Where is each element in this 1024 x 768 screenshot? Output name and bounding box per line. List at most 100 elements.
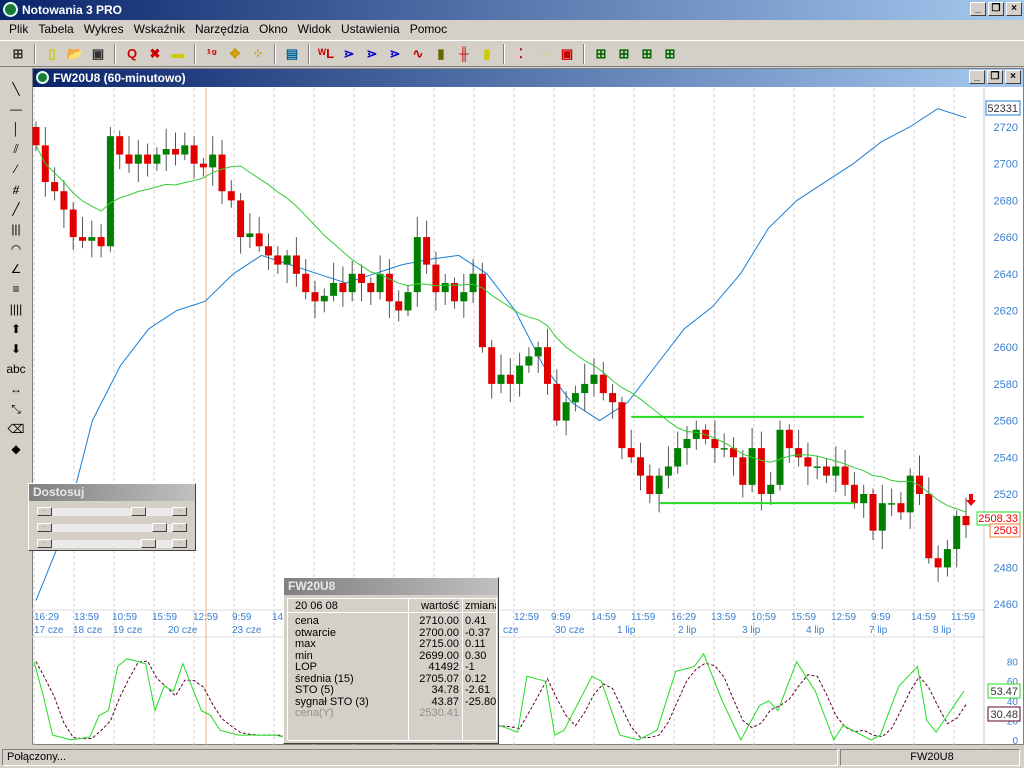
data-table: 20 06 08 wartość zmiana cena 2710.00 0.41otw… xyxy=(287,598,497,741)
candle xyxy=(618,396,626,460)
data-value: 34.78 xyxy=(431,684,459,696)
candle xyxy=(116,130,124,170)
candle xyxy=(274,246,282,274)
adjust-slider[interactable]: · · xyxy=(37,523,187,532)
price-tick: 2480 xyxy=(994,562,1018,574)
slider-thumb[interactable] xyxy=(151,523,167,532)
candle xyxy=(674,431,682,474)
candle xyxy=(97,224,105,258)
candle-body xyxy=(162,149,170,155)
candle xyxy=(441,273,449,305)
col-change-header: zmiana xyxy=(465,600,496,612)
secondary-value: 52331 xyxy=(987,103,1018,115)
candle-body xyxy=(237,200,245,238)
candle-body xyxy=(469,273,477,293)
date-tick: 23 cze xyxy=(232,625,262,636)
candle xyxy=(506,358,514,403)
time-tick: 9:59 xyxy=(871,612,891,623)
slider-thumb[interactable] xyxy=(141,539,157,548)
data-window-title: FW20U8 xyxy=(284,578,498,595)
slider-right-button[interactable]: · xyxy=(172,507,187,516)
candle xyxy=(41,127,49,197)
candle-body xyxy=(953,516,961,550)
candle xyxy=(525,347,533,373)
slider-right-button[interactable]: · xyxy=(172,539,187,548)
candle xyxy=(599,361,607,401)
candle-body xyxy=(134,154,142,164)
candle-body xyxy=(60,191,68,210)
candle xyxy=(311,281,319,318)
candle xyxy=(348,260,356,302)
candle-body xyxy=(292,255,300,274)
candle-body xyxy=(664,466,672,476)
date-tick: 18 cze xyxy=(73,625,103,636)
date-tick: 30 cze xyxy=(555,625,585,636)
slider-left-button[interactable]: · xyxy=(37,539,52,548)
candle xyxy=(330,262,338,302)
candle-body xyxy=(888,503,896,505)
oscillator-tick: 0 xyxy=(1012,736,1018,747)
candle-body xyxy=(97,237,105,247)
adjust-panel-title: Dostosuj xyxy=(29,484,195,501)
candle-body xyxy=(618,402,626,449)
data-change: -2.61 xyxy=(465,685,491,696)
adjust-slider[interactable]: · · xyxy=(37,539,187,548)
candle-body xyxy=(376,273,384,293)
slider-thumb[interactable] xyxy=(130,507,146,516)
date-tick: 7 lip xyxy=(869,625,888,636)
candle-body xyxy=(739,457,747,485)
candle xyxy=(255,216,263,252)
sto-line xyxy=(33,652,965,742)
data-row: min 2699.00 0.30 xyxy=(288,650,496,663)
time-tick: 12:59 xyxy=(514,612,539,623)
slider-left-button[interactable]: · xyxy=(37,523,52,532)
data-change: 0.12 xyxy=(465,673,487,685)
data-value: 2715.00 xyxy=(419,638,459,650)
candle xyxy=(646,464,654,504)
candle-body xyxy=(246,233,254,238)
data-label: cena xyxy=(295,615,319,627)
adjust-slider[interactable]: · · xyxy=(37,507,187,516)
candle-body xyxy=(106,136,114,247)
candle-body xyxy=(627,448,635,458)
candle-body xyxy=(218,154,226,192)
candle-body xyxy=(785,429,793,449)
candle-body xyxy=(395,301,403,311)
candle xyxy=(581,363,589,412)
slider-right-button[interactable]: · xyxy=(172,523,187,532)
candle xyxy=(60,180,68,228)
candle xyxy=(469,259,477,304)
time-tick: 14:59 xyxy=(911,612,936,623)
time-tick: 11:59 xyxy=(631,612,656,623)
candle xyxy=(841,449,849,496)
candle xyxy=(246,213,254,249)
candle-body xyxy=(832,466,840,476)
candle-body xyxy=(925,494,933,559)
candle-body xyxy=(125,154,133,164)
price-tick: 2700 xyxy=(994,159,1018,171)
date-tick: 8 lip xyxy=(933,625,952,636)
price-chart[interactable]: 2720 2700 2680 2660 2640 2620 2600 2580 2560 2540… xyxy=(0,0,1024,768)
candle xyxy=(869,488,877,540)
sto-last-value: 53.47 xyxy=(990,686,1018,698)
date-tick: 17 cze xyxy=(34,625,64,636)
candle-body xyxy=(116,136,124,155)
price-tick: 2580 xyxy=(994,379,1018,391)
candle xyxy=(413,216,421,307)
candle-body xyxy=(525,356,533,366)
candle-body xyxy=(646,475,654,494)
candle-body xyxy=(144,154,152,164)
candle xyxy=(162,128,170,172)
candle-body xyxy=(190,145,198,164)
candle xyxy=(488,339,496,399)
price-tick: 2460 xyxy=(994,599,1018,611)
candle-body xyxy=(943,549,951,568)
candle-body xyxy=(88,237,96,241)
candle xyxy=(69,202,77,250)
candle-body xyxy=(209,154,217,168)
data-change: -25.80 xyxy=(465,696,496,708)
candle xyxy=(795,429,803,467)
slider-left-button[interactable]: · xyxy=(37,507,52,516)
candle xyxy=(860,484,868,518)
candle-body xyxy=(720,448,728,450)
